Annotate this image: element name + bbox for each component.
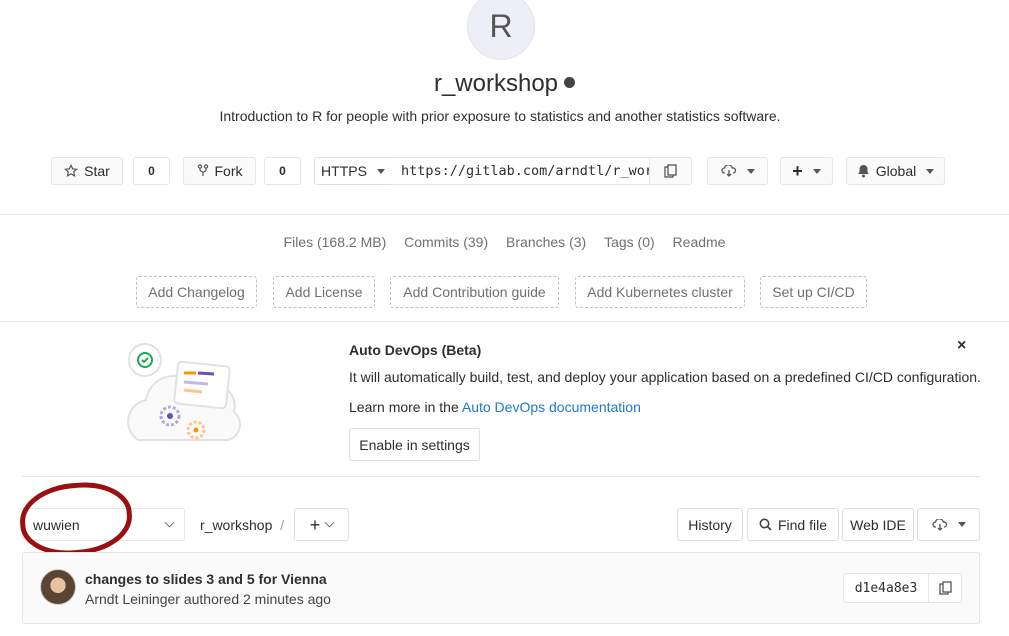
divider xyxy=(0,321,1009,322)
branch-selector[interactable]: wuwien xyxy=(22,508,185,541)
commit-title[interactable]: changes to slides 3 and 5 for Vienna xyxy=(85,571,327,587)
fork-button[interactable]: Fork xyxy=(183,157,256,185)
notification-label: Global xyxy=(875,163,917,179)
devops-docs-link[interactable]: Auto DevOps documentation xyxy=(462,399,641,415)
clipboard-icon xyxy=(938,581,952,595)
branches-link[interactable]: Branches (3) xyxy=(506,234,586,250)
clipboard-icon xyxy=(664,164,677,178)
devops-learn-prefix: Learn more in the xyxy=(349,399,462,415)
enable-in-settings-button[interactable]: Enable in settings xyxy=(349,428,480,461)
caret-down-icon xyxy=(376,168,385,174)
tags-link[interactable]: Tags (0) xyxy=(604,234,655,250)
commit-sha[interactable]: d1e4a8e3 xyxy=(843,573,929,603)
fork-count[interactable]: 0 xyxy=(264,157,301,185)
fork-icon xyxy=(197,164,208,176)
find-file-label: Find file xyxy=(777,516,828,533)
breadcrumb-project[interactable]: r_workshop xyxy=(200,517,272,533)
copy-sha-button[interactable] xyxy=(928,573,962,603)
copy-url-button[interactable] xyxy=(649,157,692,185)
last-commit-panel xyxy=(22,552,980,624)
star-icon xyxy=(64,164,79,177)
commits-link[interactable]: Commits (39) xyxy=(404,234,488,250)
download-cloud-icon xyxy=(720,165,736,177)
commit-time: authored 2 minutes ago xyxy=(183,591,331,607)
setup-ci-cd-button[interactable]: Set up CI/CD xyxy=(760,276,867,308)
star-count[interactable]: 0 xyxy=(133,157,170,185)
project-description: Introduction to R for people with prior … xyxy=(219,108,781,124)
commit-author[interactable]: Arndt Leininger xyxy=(85,591,180,607)
plus-icon: + xyxy=(309,514,321,535)
breadcrumb-separator: / xyxy=(280,517,285,533)
bell-icon xyxy=(857,165,869,178)
download-dropdown[interactable] xyxy=(917,508,980,541)
find-file-button[interactable]: Find file xyxy=(747,508,839,541)
download-cloud-icon xyxy=(931,518,947,531)
plus-icon: + xyxy=(792,161,803,181)
add-dropdown[interactable]: + xyxy=(780,157,833,185)
caret-down-icon xyxy=(926,168,935,174)
protocol-dropdown[interactable]: HTTPS xyxy=(314,157,392,185)
close-icon[interactable]: × xyxy=(957,337,966,355)
download-dropdown[interactable] xyxy=(707,157,768,185)
caret-down-icon xyxy=(812,168,821,174)
commit-meta: Arndt Leininger authored 2 minutes ago xyxy=(85,591,331,607)
project-title: r_workshop xyxy=(0,70,1009,98)
auto-devops-illustration-icon xyxy=(127,343,241,441)
star-button[interactable]: Star xyxy=(51,157,123,185)
project-avatar-letter: R xyxy=(489,7,513,44)
web-ide-button[interactable]: Web IDE xyxy=(842,508,914,541)
project-name: r_workshop xyxy=(433,70,559,97)
divider xyxy=(22,476,980,477)
caret-down-icon xyxy=(746,168,755,174)
history-button[interactable]: History xyxy=(677,508,743,541)
chevron-down-icon xyxy=(324,517,335,528)
add-license-button[interactable]: Add License xyxy=(273,276,375,308)
search-icon xyxy=(759,518,772,531)
add-kubernetes-cluster-button[interactable]: Add Kubernetes cluster xyxy=(575,276,745,308)
project-stats: Files (168.2 MB) Commits (39) Branches (… xyxy=(0,234,1009,250)
project-avatar: R xyxy=(467,0,535,60)
caret-down-icon xyxy=(957,522,966,527)
divider xyxy=(0,214,1009,215)
public-globe-icon xyxy=(564,77,576,89)
add-contribution-guide-button[interactable]: Add Contribution guide xyxy=(390,276,559,308)
add-changelog-button[interactable]: Add Changelog xyxy=(136,276,257,308)
fork-label: Fork xyxy=(214,163,243,179)
devops-learn-more: Learn more in the Auto DevOps documentat… xyxy=(349,399,641,415)
star-label: Star xyxy=(84,163,110,179)
devops-title: Auto DevOps (Beta) xyxy=(349,342,482,358)
notification-dropdown[interactable]: Global xyxy=(846,157,945,185)
clone-url-input[interactable]: https://gitlab.com/arndtl/r_workshop.git xyxy=(391,157,649,185)
branch-name: wuwien xyxy=(33,517,80,533)
files-link[interactable]: Files (168.2 MB) xyxy=(284,234,387,250)
devops-text: It will automatically build, test, and d… xyxy=(349,369,981,385)
breadcrumb: r_workshop / xyxy=(200,517,284,533)
add-to-tree-dropdown[interactable]: + xyxy=(294,508,349,541)
avatar[interactable] xyxy=(40,569,76,605)
readme-link[interactable]: Readme xyxy=(673,234,726,250)
protocol-label: HTTPS xyxy=(321,163,367,179)
